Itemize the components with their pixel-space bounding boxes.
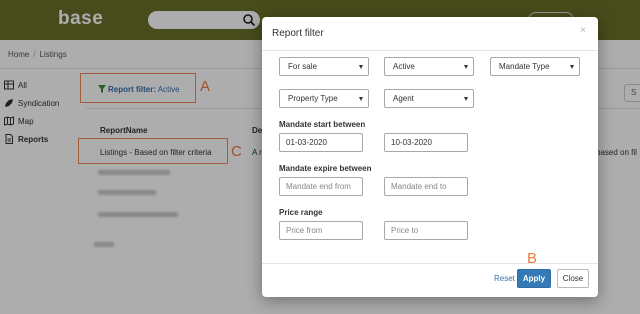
- price-from-input[interactable]: Price from: [279, 221, 363, 240]
- modal-title: Report filter: [272, 28, 324, 39]
- reset-link[interactable]: Reset: [494, 274, 515, 283]
- price-range-label: Price range: [279, 208, 323, 217]
- select-value: Agent: [393, 94, 414, 103]
- status-select[interactable]: Active: [384, 57, 474, 76]
- chevron-down-icon: [359, 97, 363, 101]
- modal-header: Report filter ×: [262, 17, 598, 51]
- mandate-end-from-input[interactable]: Mandate end from: [279, 177, 363, 196]
- chevron-down-icon: [464, 65, 468, 69]
- input-placeholder: Mandate end from: [286, 182, 351, 191]
- mandate-type-select[interactable]: Mandate Type: [490, 57, 580, 76]
- select-value: Property Type: [288, 94, 338, 103]
- input-placeholder: Mandate end to: [391, 182, 447, 191]
- property-type-select[interactable]: Property Type: [279, 89, 369, 108]
- divider: [262, 263, 598, 264]
- close-icon[interactable]: ×: [580, 25, 586, 36]
- input-placeholder: Price from: [286, 226, 323, 235]
- listing-type-select[interactable]: For sale: [279, 57, 369, 76]
- mandate-start-label: Mandate start between: [279, 120, 366, 129]
- select-value: Mandate Type: [499, 62, 550, 71]
- chevron-down-icon: [464, 97, 468, 101]
- price-to-input[interactable]: Price to: [384, 221, 468, 240]
- mandate-start-to-input[interactable]: 10-03-2020: [384, 133, 468, 152]
- apply-button[interactable]: Apply: [517, 269, 551, 288]
- chevron-down-icon: [570, 65, 574, 69]
- annotation-label-b: B: [527, 250, 538, 267]
- input-placeholder: Price to: [391, 226, 419, 235]
- report-filter-modal: Report filter × For sale Active Mandate …: [262, 17, 598, 297]
- input-value: 01-03-2020: [286, 138, 327, 147]
- close-button-label: Close: [562, 274, 584, 283]
- chevron-down-icon: [359, 65, 363, 69]
- mandate-start-from-input[interactable]: 01-03-2020: [279, 133, 363, 152]
- mandate-end-to-input[interactable]: Mandate end to: [384, 177, 468, 196]
- close-button[interactable]: Close: [557, 269, 589, 288]
- agent-select[interactable]: Agent: [384, 89, 474, 108]
- input-value: 10-03-2020: [391, 138, 432, 147]
- mandate-expire-label: Mandate expire between: [279, 164, 372, 173]
- select-value: Active: [393, 62, 415, 71]
- apply-button-label: Apply: [522, 274, 546, 283]
- select-value: For sale: [288, 62, 317, 71]
